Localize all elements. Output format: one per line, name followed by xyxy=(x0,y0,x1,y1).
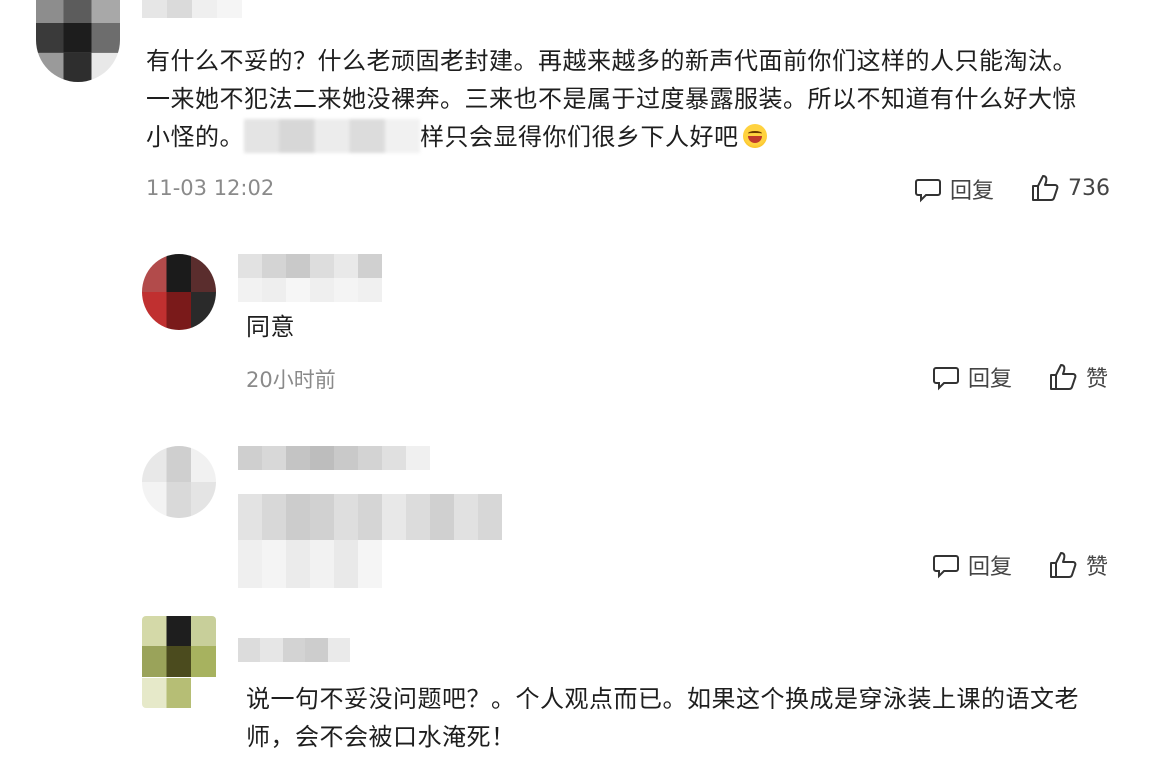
username-blurred[interactable] xyxy=(238,446,430,470)
avatar[interactable] xyxy=(142,254,216,330)
reply-label: 回复 xyxy=(968,367,1013,392)
like-count: 736 xyxy=(1068,175,1110,201)
comment-bubble-icon xyxy=(915,179,941,203)
like-label: 赞 xyxy=(1086,367,1109,392)
comment-thread: 有什么不妥的？什么老顽固老封建。再越来越多的新声代面前你们这样的人只能淘汰。 一… xyxy=(0,0,1168,760)
comment-text: 同意 xyxy=(246,313,295,341)
thumbs-up-icon xyxy=(1032,175,1059,201)
thumbs-up-icon xyxy=(1050,364,1077,390)
like-button[interactable]: 赞 xyxy=(1048,549,1108,581)
blurred-text xyxy=(244,119,420,153)
username-blurred[interactable] xyxy=(238,638,350,662)
comment-time: 11-03 12:02 xyxy=(146,176,275,200)
like-button[interactable]: 赞 xyxy=(1048,361,1108,393)
reply-button[interactable]: 回复 xyxy=(914,173,994,205)
comment-bubble-icon xyxy=(933,555,959,579)
like-label: 赞 xyxy=(1086,555,1109,580)
reply-label: 回复 xyxy=(950,179,995,204)
comment-bubble-icon xyxy=(933,367,959,391)
avatar[interactable] xyxy=(142,446,216,518)
username-blurred[interactable] xyxy=(238,254,382,302)
comment-time: 20小时前 xyxy=(246,368,336,392)
thumbs-up-icon xyxy=(1050,552,1077,578)
avatar[interactable] xyxy=(142,616,216,708)
reply-button[interactable]: 回复 xyxy=(932,361,1012,393)
reply-label: 回复 xyxy=(968,555,1013,580)
comment-text-blurred xyxy=(238,540,382,588)
grinning-face-emoji-icon xyxy=(742,124,767,148)
username-blurred[interactable] xyxy=(142,0,242,18)
comment-text-blurred xyxy=(238,494,502,540)
comment-text: 有什么不妥的？什么老顽固老封建。再越来越多的新声代面前你们这样的人只能淘汰。 一… xyxy=(146,47,1077,153)
comment-text: 说一句不妥没问题吧？。个人观点而已。如果这个换成是穿泳装上课的语文老 师，会不会… xyxy=(246,685,1079,751)
avatar[interactable] xyxy=(36,0,120,82)
reply-button[interactable]: 回复 xyxy=(932,549,1012,581)
like-button[interactable]: 736 xyxy=(1030,173,1110,203)
